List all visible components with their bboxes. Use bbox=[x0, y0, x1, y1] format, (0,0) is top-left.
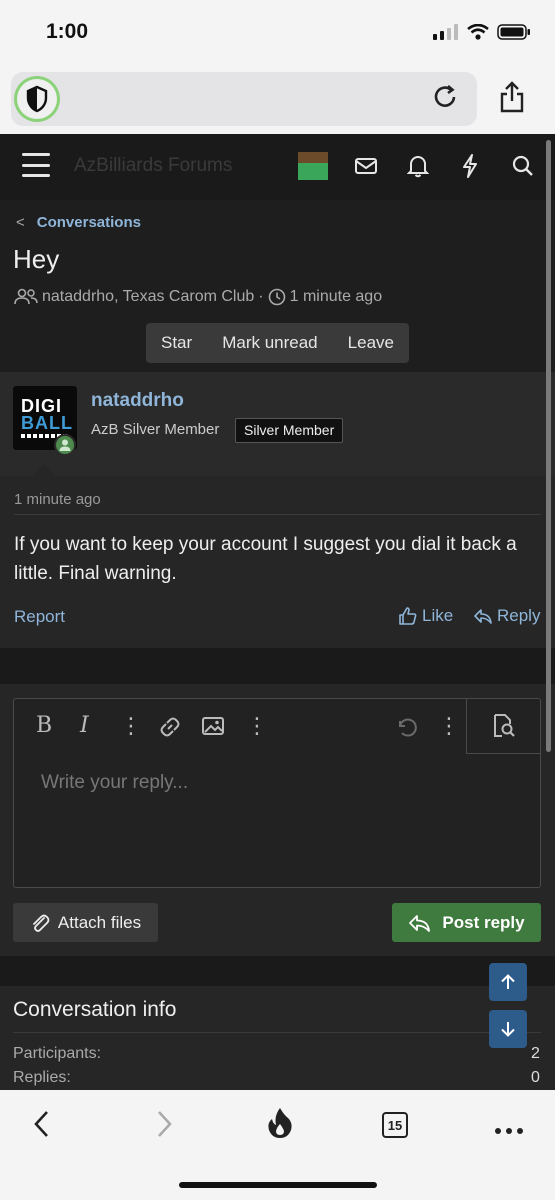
post-reply-button[interactable]: Post reply bbox=[392, 903, 541, 942]
reply-icon bbox=[474, 609, 492, 624]
reload-button[interactable] bbox=[430, 82, 460, 117]
battery-icon bbox=[497, 24, 530, 40]
forward-button[interactable] bbox=[154, 1108, 174, 1145]
like-label: Like bbox=[422, 606, 454, 625]
spacer bbox=[0, 648, 555, 684]
back-button[interactable] bbox=[32, 1108, 52, 1145]
participants-text[interactable]: nataddrho, Texas Carom Club bbox=[42, 288, 254, 306]
meta-separator: · bbox=[258, 288, 264, 305]
conversation-actions: Star Mark unread Leave bbox=[146, 323, 409, 363]
conversation-time: 1 minute ago bbox=[289, 288, 383, 305]
image-icon[interactable] bbox=[201, 716, 225, 742]
burn-tabs-button[interactable] bbox=[266, 1106, 294, 1145]
scroll-to-bottom-button[interactable] bbox=[489, 1010, 527, 1048]
bold-icon[interactable]: B bbox=[36, 713, 52, 738]
thumbs-up-icon bbox=[399, 607, 417, 625]
editor-toolbar: B I ⋮ ⋮ ⋮ bbox=[14, 699, 466, 755]
clock-icon bbox=[268, 288, 285, 306]
like-button[interactable]: Like bbox=[398, 606, 453, 626]
post-label: Post reply bbox=[442, 912, 525, 932]
reply-placeholder[interactable]: Write your reply... bbox=[41, 772, 188, 794]
chevron-left-icon: < bbox=[16, 214, 25, 231]
shield-icon bbox=[26, 85, 48, 113]
message-time[interactable]: 1 minute ago bbox=[14, 491, 101, 508]
participants-value: 2 bbox=[531, 1045, 540, 1062]
site-title[interactable]: AzBilliards Forums bbox=[74, 155, 232, 177]
wifi-icon bbox=[467, 24, 489, 40]
star-button[interactable]: Star bbox=[161, 333, 192, 353]
divider bbox=[13, 1032, 541, 1033]
preview-icon bbox=[494, 713, 515, 737]
user-title: AzB Silver Member bbox=[91, 421, 220, 438]
replies-value: 0 bbox=[531, 1069, 540, 1086]
scroll-to-top-button[interactable] bbox=[489, 963, 527, 1001]
replies-label: Replies: bbox=[13, 1069, 71, 1086]
paperclip-icon bbox=[33, 914, 50, 932]
preview-button[interactable] bbox=[466, 698, 541, 754]
online-status-icon bbox=[54, 434, 76, 456]
menu-icon[interactable] bbox=[22, 153, 50, 177]
home-indicator bbox=[179, 1182, 377, 1188]
more-insert-icon[interactable]: ⋮ bbox=[246, 713, 268, 739]
attach-files-button[interactable]: Attach files bbox=[13, 903, 158, 942]
message-username[interactable]: nataddrho bbox=[91, 390, 184, 412]
italic-icon[interactable]: I bbox=[80, 713, 89, 738]
inbox-icon[interactable] bbox=[352, 152, 380, 180]
participants-label: Participants: bbox=[13, 1045, 102, 1062]
flame-icon bbox=[268, 1108, 292, 1138]
divider bbox=[14, 514, 541, 515]
user-avatar[interactable] bbox=[298, 152, 328, 180]
arrow-down-icon bbox=[501, 1022, 515, 1037]
privacy-shield-button[interactable] bbox=[14, 76, 60, 122]
undo-icon[interactable] bbox=[394, 715, 418, 745]
reply-button[interactable]: Reply bbox=[473, 606, 540, 626]
search-icon[interactable] bbox=[509, 152, 537, 180]
share-button[interactable] bbox=[498, 80, 526, 119]
tab-count-button[interactable]: 15 bbox=[382, 1112, 408, 1138]
more-options-icon[interactable]: ⋮ bbox=[120, 713, 142, 739]
report-link[interactable]: Report bbox=[14, 607, 65, 627]
bell-icon[interactable] bbox=[404, 152, 432, 180]
more-menu-icon[interactable] bbox=[494, 1122, 524, 1140]
status-time: 1:00 bbox=[46, 20, 89, 43]
more-history-icon[interactable]: ⋮ bbox=[438, 713, 460, 739]
message-text: If you want to keep your account I sugge… bbox=[14, 534, 517, 584]
message-arrow bbox=[32, 464, 56, 476]
share-icon bbox=[500, 81, 524, 113]
reply-label: Reply bbox=[497, 606, 541, 625]
mark-unread-button[interactable]: Mark unread bbox=[222, 333, 317, 353]
address-bar[interactable] bbox=[11, 72, 477, 126]
spacer bbox=[0, 956, 555, 986]
breadcrumb[interactable]: < Conversations bbox=[16, 214, 141, 231]
users-icon bbox=[14, 288, 38, 305]
reply-icon bbox=[409, 914, 431, 932]
user-banner-badge: Silver Member bbox=[235, 418, 344, 443]
conversation-meta: nataddrho, Texas Carom Club · 1 minute a… bbox=[14, 288, 382, 306]
page-title: Hey bbox=[13, 244, 60, 274]
chevron-left-icon bbox=[34, 1111, 48, 1137]
reload-icon bbox=[434, 85, 456, 107]
info-title: Conversation info bbox=[13, 998, 177, 1021]
chevron-right-icon bbox=[158, 1111, 172, 1137]
leave-button[interactable]: Leave bbox=[348, 333, 394, 353]
cellular-signal-icon bbox=[433, 24, 458, 40]
arrow-up-icon bbox=[501, 974, 515, 989]
status-icons bbox=[433, 24, 531, 40]
attach-label: Attach files bbox=[57, 912, 142, 932]
breadcrumb-label[interactable]: Conversations bbox=[37, 214, 141, 231]
page-scrollbar[interactable] bbox=[546, 140, 551, 752]
avatar-text-2: BALL bbox=[21, 413, 73, 433]
link-icon[interactable] bbox=[158, 715, 182, 745]
lightning-icon[interactable] bbox=[456, 152, 484, 180]
